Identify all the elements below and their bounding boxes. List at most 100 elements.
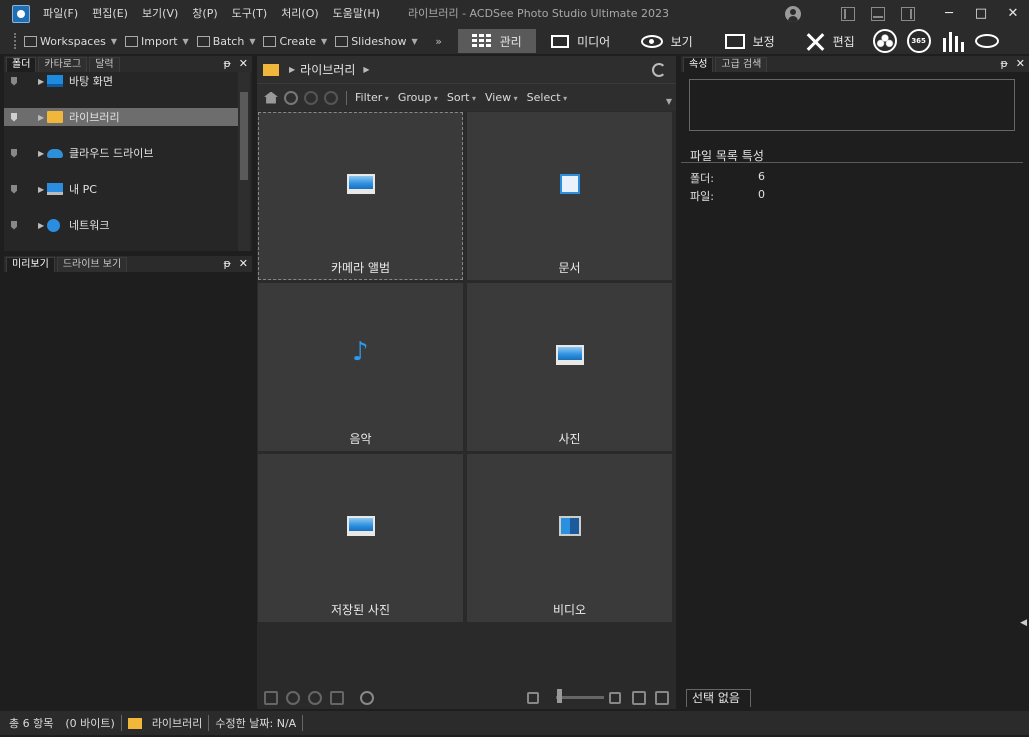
folders-scrollbar[interactable] — [238, 72, 250, 251]
filter-menu[interactable]: Filter — [355, 91, 389, 104]
pin-marker-icon[interactable] — [11, 220, 17, 230]
expand-arrow-icon[interactable]: ▶ — [38, 113, 44, 122]
play-icon[interactable] — [360, 691, 374, 705]
expand-arrow-icon[interactable]: ▶ — [38, 185, 44, 194]
stack-icon[interactable] — [330, 691, 344, 705]
chevron-down-icon[interactable]: ▼ — [666, 97, 672, 106]
tab-drive-view[interactable]: 드라이브 보기 — [56, 257, 128, 272]
tree-item-desktop[interactable]: ▶ 바탕 화면 — [4, 72, 238, 90]
thumbnail-label: 비디오 — [552, 603, 587, 617]
maximize-button[interactable]: □ — [965, 0, 997, 28]
manage-mode-button[interactable]: 관리 — [457, 29, 536, 53]
menu-help[interactable]: 도움말(H) — [326, 0, 387, 28]
tab-calendar[interactable]: 달력 — [89, 57, 120, 72]
tree-item-my-pc[interactable]: ▶ 내 PC — [4, 180, 238, 198]
left-panel-toggle-icon[interactable] — [841, 7, 855, 21]
breadcrumb-arrow-icon[interactable]: ▶ — [289, 65, 295, 74]
menu-window[interactable]: 창(P) — [185, 0, 224, 28]
zoom-in-icon[interactable] — [609, 692, 621, 704]
pin-icon[interactable]: ᵽ — [223, 256, 230, 272]
rotate-right-icon[interactable] — [308, 691, 322, 705]
edit-mode-button[interactable]: 편집 — [792, 29, 868, 53]
breadcrumb-arrow-icon[interactable]: ▶ — [363, 65, 369, 74]
365-icon[interactable]: 365 — [906, 29, 931, 53]
expand-arrow-icon[interactable]: ▶ — [38, 77, 44, 86]
menu-tools[interactable]: 도구(T) — [225, 0, 275, 28]
user-account-icon[interactable] — [785, 6, 801, 22]
people-icon[interactable] — [872, 29, 897, 53]
forward-icon[interactable] — [304, 90, 318, 105]
app-logo-icon[interactable] — [12, 5, 30, 23]
scrollbar-thumb[interactable] — [240, 92, 248, 180]
breadcrumb-library[interactable]: 라이브러리 — [300, 61, 355, 78]
home-icon[interactable] — [264, 91, 278, 104]
close-icon[interactable]: ✕ — [239, 56, 248, 72]
slideshow-icon — [335, 35, 349, 47]
media-mode-button[interactable]: 미디어 — [538, 29, 624, 53]
pin-icon[interactable]: ᵽ — [1000, 56, 1007, 72]
tree-item-library[interactable]: ▶ 라이브러리 — [4, 108, 238, 126]
sort-menu[interactable]: Sort — [447, 91, 476, 104]
thumbnail-documents[interactable]: 문서 — [467, 112, 672, 280]
bottom-panel-toggle-icon[interactable] — [871, 7, 885, 21]
close-icon[interactable]: ✕ — [239, 256, 248, 272]
chevron-left-icon[interactable]: ◀ — [1020, 618, 1027, 628]
filmstrip-icon[interactable] — [264, 691, 278, 705]
view-menu[interactable]: View — [485, 91, 518, 104]
right-panel-toggle-icon[interactable] — [901, 7, 915, 21]
back-icon[interactable] — [284, 90, 298, 105]
tab-preview[interactable]: 미리보기 — [6, 257, 55, 272]
expand-arrow-icon[interactable]: ▶ — [38, 221, 44, 230]
develop-icon — [724, 33, 745, 49]
tree-item-network[interactable]: ▶ 네트워크 — [4, 216, 238, 234]
thumbnail-camera-album[interactable]: 카메라 앨범 — [258, 112, 463, 280]
rotate-left-icon[interactable] — [286, 691, 300, 705]
zoom-out-icon[interactable] — [527, 692, 539, 704]
tab-catalog[interactable]: 카타로그 — [38, 57, 88, 72]
thumbnail-saved-pictures[interactable]: 저장된 사진 — [258, 454, 463, 622]
slideshow-button[interactable]: Slideshow ▼ — [331, 29, 421, 53]
import-button[interactable]: Import ▼ — [121, 29, 193, 53]
dashboard-icon[interactable] — [940, 30, 965, 52]
chevron-down-icon: ▼ — [249, 36, 256, 46]
privacy-eye-icon[interactable] — [974, 34, 999, 48]
zoom-slider[interactable] — [556, 696, 604, 699]
status-total-items: 총 6 항목 — [9, 717, 54, 730]
expand-arrow-icon[interactable]: ▶ — [38, 149, 44, 158]
pin-marker-icon[interactable] — [11, 112, 17, 122]
close-button[interactable]: ✕ — [997, 0, 1029, 28]
develop-mode-button[interactable]: 보정 — [710, 29, 790, 53]
thumbnail-videos[interactable]: 비디오 — [467, 454, 672, 622]
select-menu[interactable]: Select — [527, 91, 568, 104]
tab-folders[interactable]: 폴더 — [6, 57, 37, 72]
zoom-slider-handle[interactable] — [557, 689, 562, 703]
menu-process[interactable]: 처리(O) — [274, 0, 325, 28]
menu-file[interactable]: 파일(F) — [36, 0, 85, 28]
image-view-icon[interactable] — [632, 691, 646, 705]
preview-panel: 미리보기 드라이브 보기 ᵽ ✕ — [4, 256, 252, 709]
menu-edit[interactable]: 편집(E) — [85, 0, 135, 28]
tree-item-cloud-drive[interactable]: ▶ 클라우드 드라이브 — [4, 144, 238, 162]
pin-marker-icon[interactable] — [11, 76, 17, 86]
selection-tab[interactable]: 선택 없음 — [686, 689, 751, 707]
batch-button[interactable]: Batch ▼ — [193, 29, 260, 53]
refresh-icon[interactable] — [652, 62, 666, 77]
view-mode-button[interactable]: 보기 — [626, 29, 708, 53]
thumbnail-music[interactable]: 음악 — [258, 283, 463, 451]
toolbar-overflow-button[interactable]: » — [428, 35, 450, 48]
group-menu[interactable]: Group — [398, 91, 438, 104]
thumbnail-pictures[interactable]: 사진 — [467, 283, 672, 451]
create-button[interactable]: Create ▼ — [259, 29, 331, 53]
videos-icon — [559, 516, 581, 536]
up-icon[interactable] — [324, 90, 338, 105]
pin-marker-icon[interactable] — [11, 184, 17, 194]
list-view-icon[interactable] — [655, 691, 669, 705]
minimize-button[interactable]: ─ — [933, 0, 965, 28]
pin-icon[interactable]: ᵽ — [223, 56, 230, 72]
pin-marker-icon[interactable] — [11, 148, 17, 158]
tab-advanced-search[interactable]: 고급 검색 — [715, 57, 768, 72]
close-icon[interactable]: ✕ — [1016, 56, 1025, 72]
tab-properties[interactable]: 속성 — [683, 57, 714, 72]
menu-view[interactable]: 보기(V) — [135, 0, 185, 28]
workspaces-button[interactable]: Workspaces ▼ — [20, 29, 121, 53]
